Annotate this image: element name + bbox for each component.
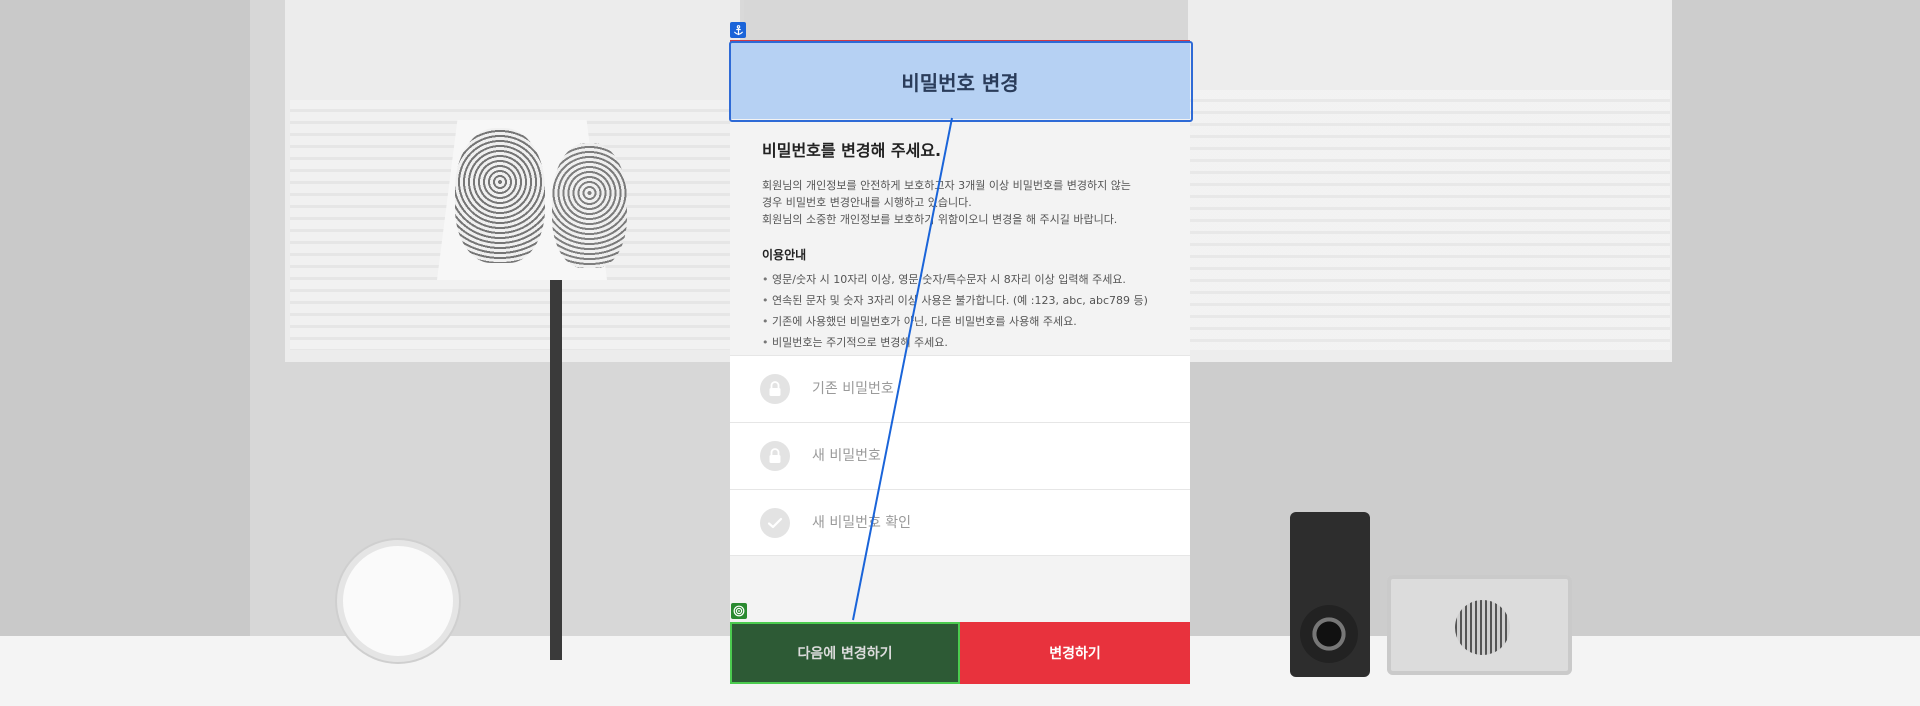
background-left-wall: [0, 0, 250, 706]
guide-title: 이용안내: [762, 248, 807, 262]
intro-section: 비밀번호를 변경해 주세요. 회원님의 개인정보를 안전하게 보호하고자 3개월…: [762, 137, 1172, 353]
password-change-modal: 비밀번호 변경 비밀번호를 변경해 주세요. 회원님의 개인정보를 안전하게 보…: [729, 22, 1193, 706]
background-owl-drawing: [455, 128, 545, 263]
guide-item: 영문/숫자 시 10자리 이상, 영문/숫자/특수문자 시 8자리 이상 입력해…: [762, 269, 1172, 290]
current-password-input[interactable]: [810, 380, 1154, 398]
guide-item: 기존에 사용했던 비밀번호가 아닌, 다른 비밀번호를 사용해 주세요.: [762, 311, 1172, 332]
confirm-password-input[interactable]: [810, 513, 1154, 532]
description-line: 경우 비밀번호 변경안내를 시행하고 있습니다.: [762, 196, 972, 209]
guide-list: 영문/숫자 시 10자리 이상, 영문/숫자/특수문자 시 8자리 이상 입력해…: [762, 269, 1172, 353]
target-icon: [731, 603, 747, 619]
check-icon: [760, 507, 790, 538]
change-password-button[interactable]: 변경하기: [960, 622, 1190, 684]
new-password-row: [730, 422, 1190, 489]
modal-title: 비밀번호 변경: [901, 70, 1019, 95]
intro-heading: 비밀번호를 변경해 주세요.: [762, 141, 942, 160]
current-password-row: [730, 355, 1190, 422]
change-later-button[interactable]: 다음에 변경하기: [730, 622, 960, 684]
lock-icon: [760, 374, 790, 404]
lock-icon: [760, 441, 790, 471]
anchor-icon: [730, 22, 746, 38]
modal-header: 비밀번호 변경: [730, 40, 1190, 119]
password-form: [730, 355, 1190, 556]
background-owl-drawing: [552, 143, 627, 268]
guide-item: 연속된 문자 및 숫자 3자리 이상 사용은 불가합니다. (예 :123, a…: [762, 290, 1172, 311]
background-lamp-pole: [550, 280, 562, 660]
background-radio-speaker: [1455, 600, 1510, 655]
background-camera-lens: [1300, 605, 1358, 663]
background-alarm-clock: [337, 540, 459, 662]
background-blinds-right: [1190, 90, 1670, 350]
description-line: 회원님의 소중한 개인정보를 보호하기 위함이오니 변경을 해 주시길 바랍니다…: [762, 213, 1118, 226]
new-password-input[interactable]: [810, 447, 1154, 465]
confirm-password-row: [730, 489, 1190, 556]
description-line: 회원님의 개인정보를 안전하게 보호하고자 3개월 이상 비밀번호를 변경하지 …: [762, 179, 1131, 192]
guide-item: 비밀번호는 주기적으로 변경해 주세요.: [762, 332, 1172, 353]
